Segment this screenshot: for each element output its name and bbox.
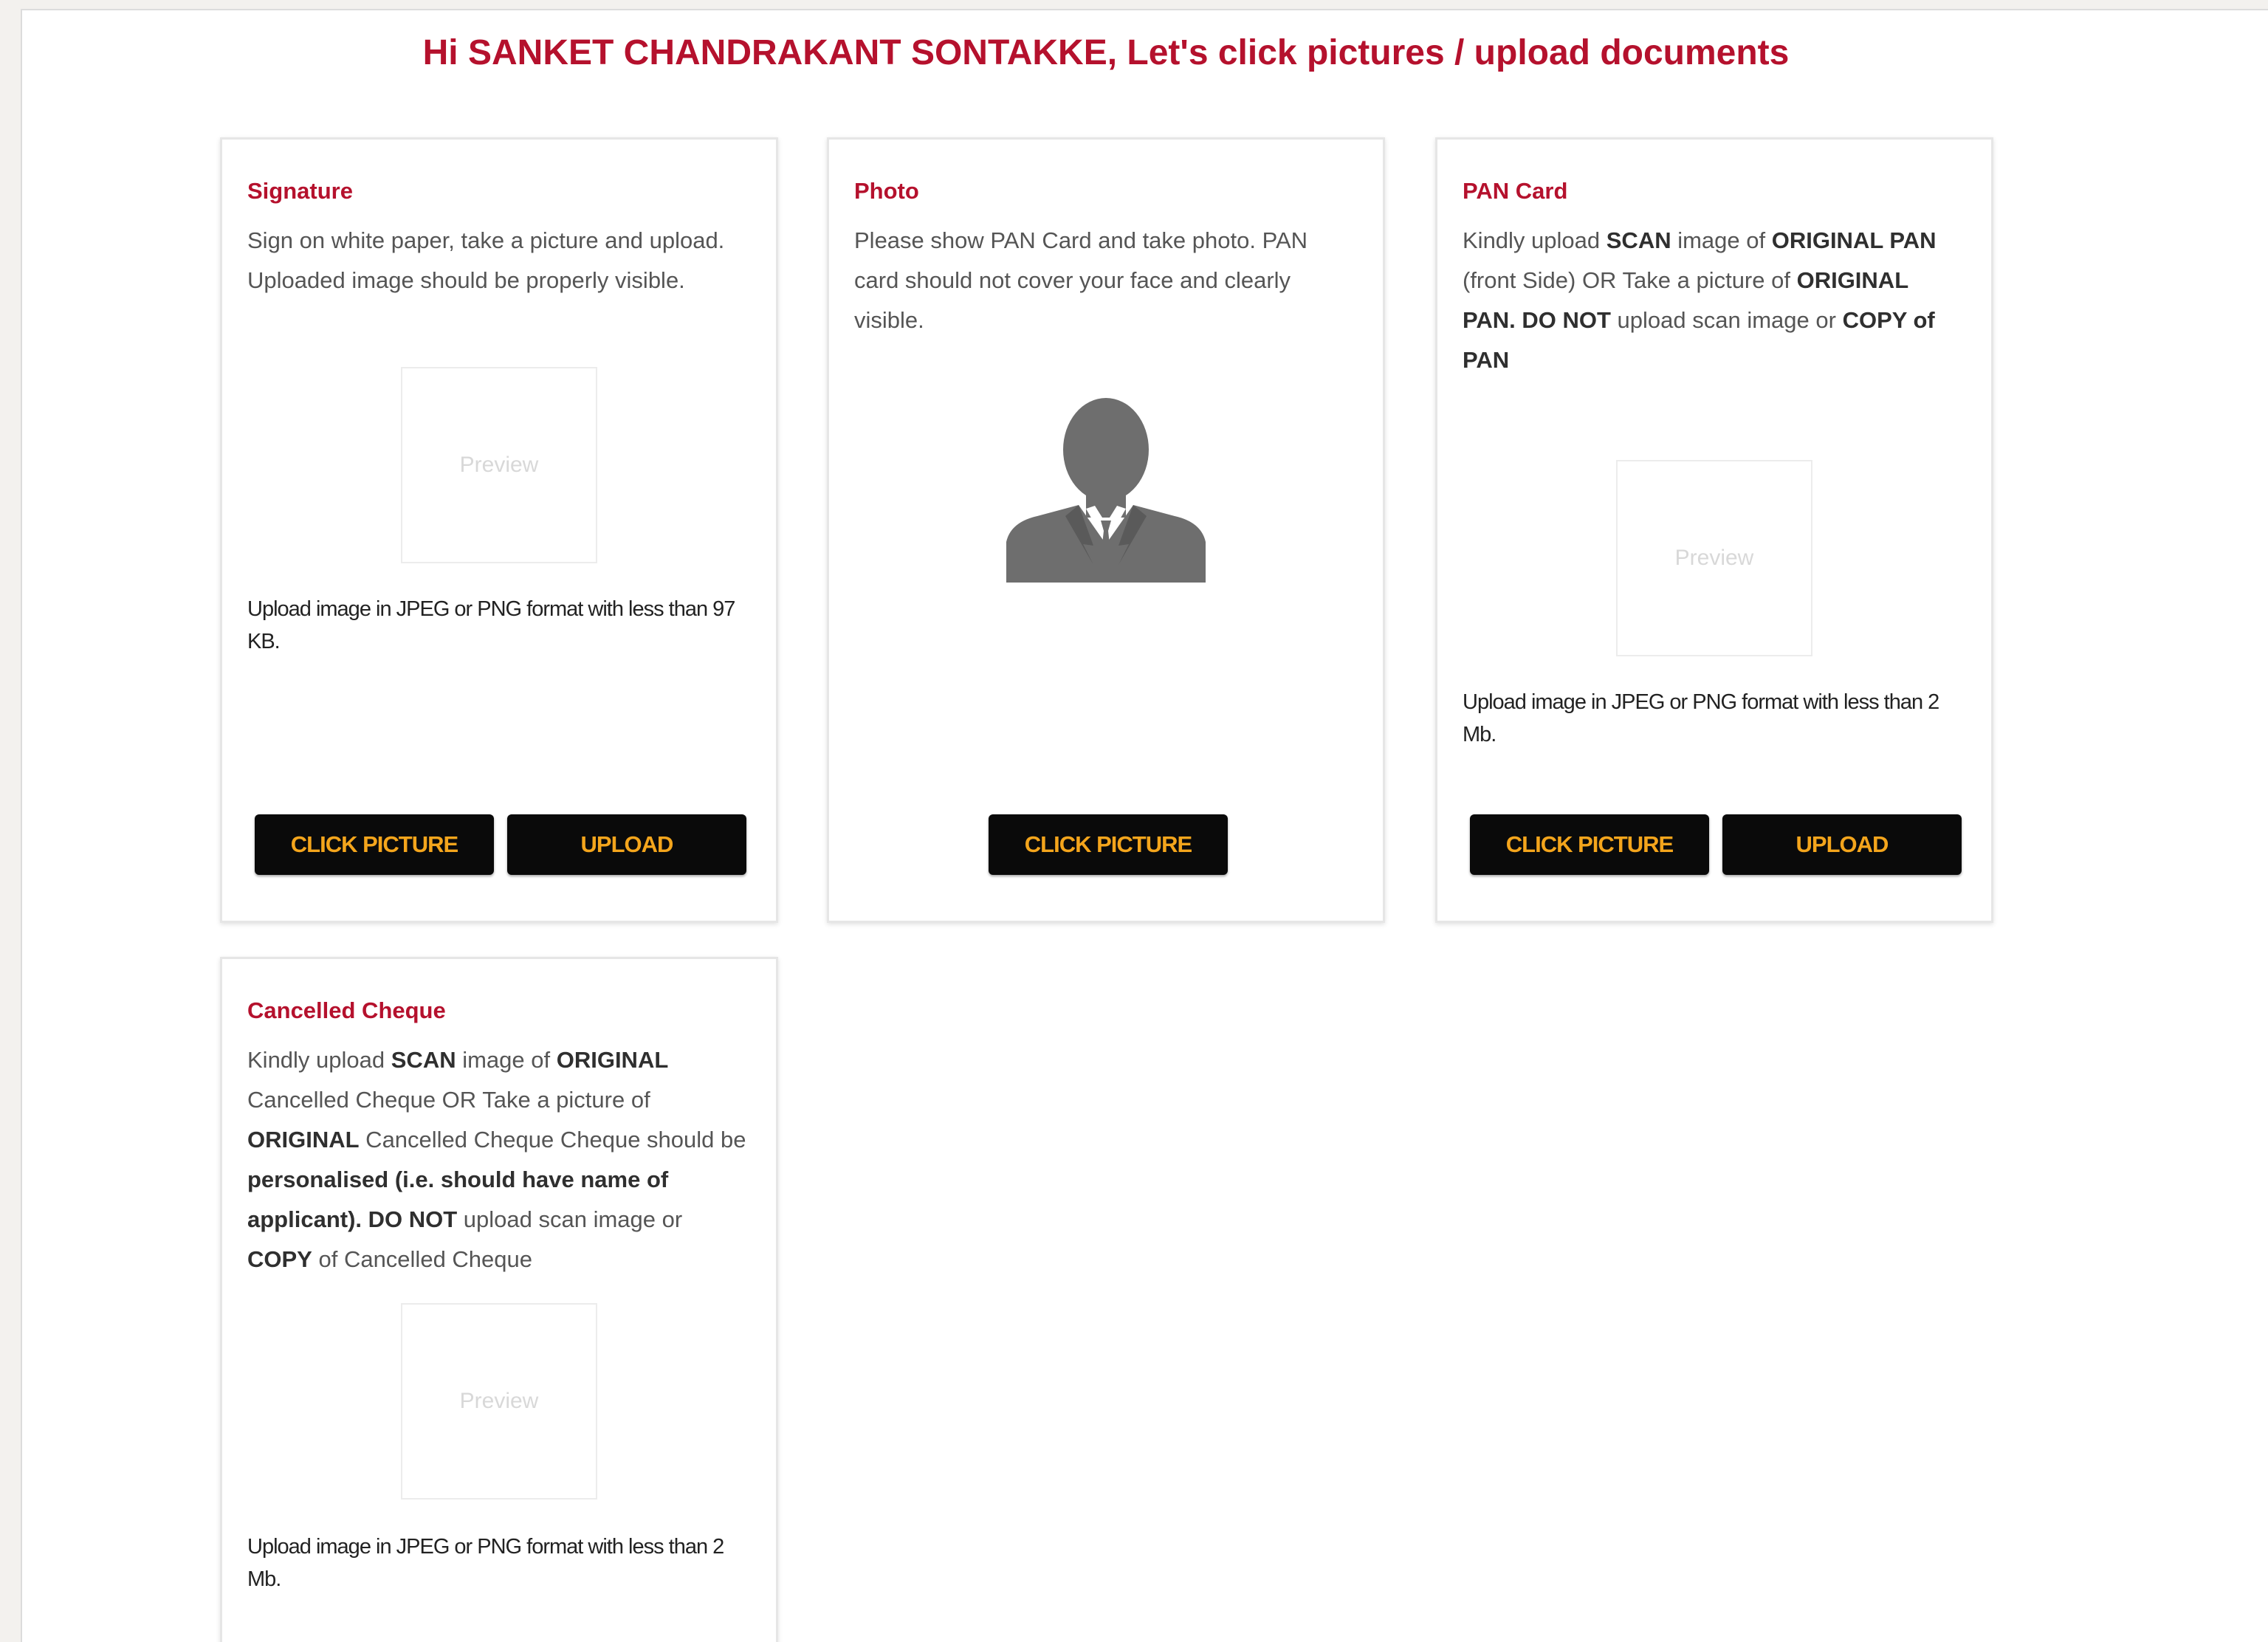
signature-card-title: Signature	[247, 178, 353, 204]
page-title: Hi SANKET CHANDRAKANT SONTAKKE, Let's cl…	[422, 33, 1790, 72]
upload-documents-page: Hi SANKET CHANDRAKANT SONTAKKE, Let's cl…	[21, 9, 2268, 1642]
cheque-preview: Preview	[401, 1303, 597, 1500]
pan-upload-button[interactable]: UPLOAD	[1722, 814, 1962, 875]
pan-upload-note: Upload image in JPEG or PNG format with …	[1463, 690, 1939, 746]
photo-card: Photo Please show PAN Card and take phot…	[827, 137, 1385, 923]
signature-upload-button[interactable]: UPLOAD	[507, 814, 746, 875]
pan-card: PAN Card Kindly upload SCAN image of ORI…	[1435, 137, 1993, 923]
signature-card: Signature Sign on white paper, take a pi…	[220, 137, 778, 923]
photo-card-description: Please show PAN Card and take photo. PAN…	[854, 227, 1308, 333]
pan-card-description: Kindly upload SCAN image of ORIGINAL PAN…	[1463, 227, 1937, 373]
signature-card-description: Sign on white paper, take a picture and …	[247, 227, 725, 293]
photo-click-picture-button[interactable]: CLICK PICTURE	[989, 814, 1228, 875]
cheque-card-title: Cancelled Cheque	[247, 997, 446, 1023]
pan-card-title: PAN Card	[1463, 178, 1568, 204]
signature-click-picture-button[interactable]: CLICK PICTURE	[255, 814, 494, 875]
person-silhouette-icon	[1006, 398, 1206, 583]
pan-click-picture-button[interactable]: CLICK PICTURE	[1470, 814, 1709, 875]
cheque-upload-note: Upload image in JPEG or PNG format with …	[247, 1535, 724, 1591]
cancelled-cheque-card: Cancelled Cheque Kindly upload SCAN imag…	[220, 957, 778, 1642]
signature-upload-note: Upload image in JPEG or PNG format with …	[247, 597, 735, 653]
photo-card-title: Photo	[854, 178, 919, 204]
cheque-card-description: Kindly upload SCAN image of ORIGINAL Can…	[247, 1047, 746, 1272]
pan-preview: Preview	[1616, 460, 1812, 656]
signature-preview: Preview	[401, 367, 597, 563]
